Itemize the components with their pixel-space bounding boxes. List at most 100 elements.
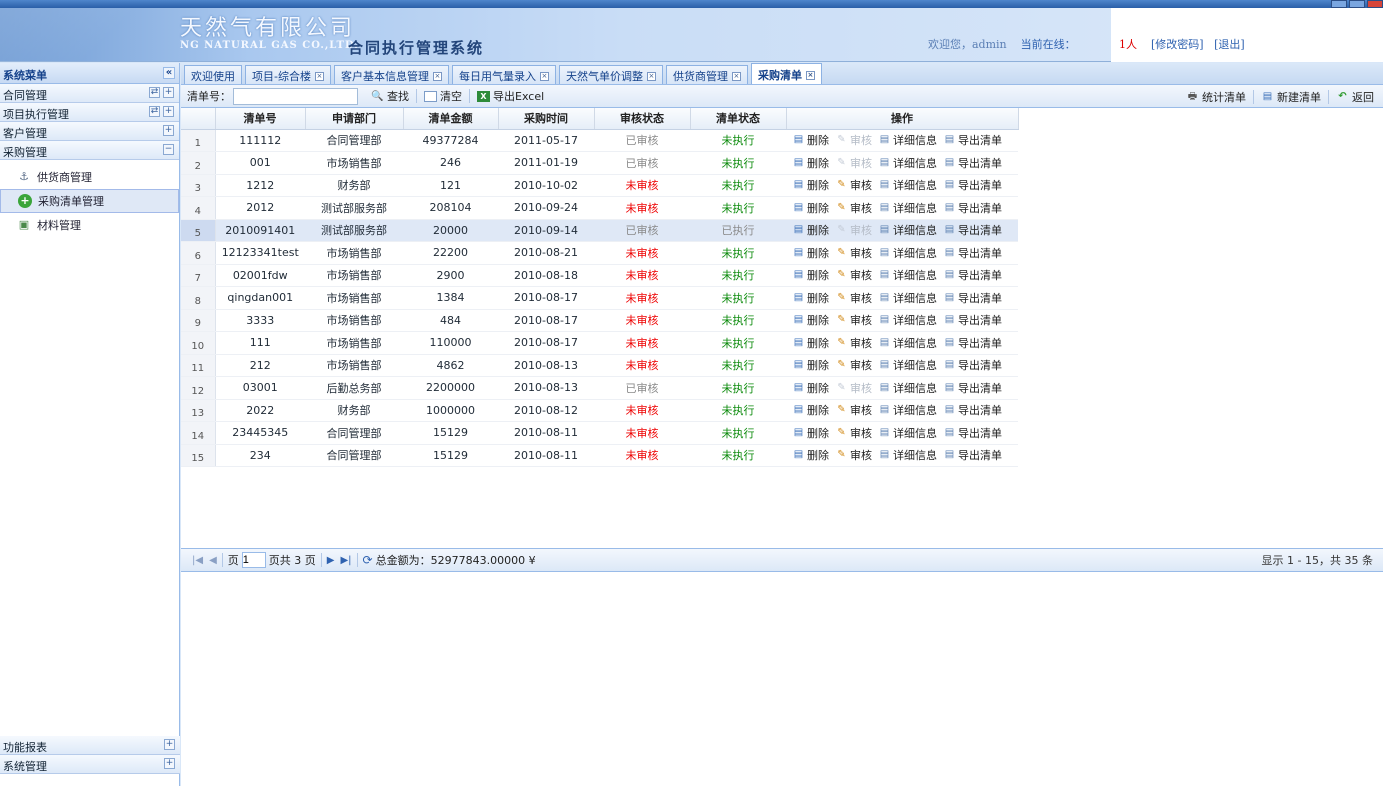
column-header[interactable]: 清单状态 xyxy=(690,108,787,130)
tab-purchase-list[interactable]: 采购清单 × xyxy=(750,63,822,84)
detail-button[interactable]: ▤ 详细信息 xyxy=(878,245,937,261)
delete-button[interactable]: ▤ 删除 xyxy=(792,222,829,238)
close-icon[interactable]: × xyxy=(646,71,656,81)
detail-button[interactable]: ▤ 详细信息 xyxy=(878,267,937,283)
export-list-button[interactable]: ▤ 导出清单 xyxy=(943,200,1002,216)
delete-button[interactable]: ▤ 删除 xyxy=(792,132,829,148)
audit-button[interactable]: ✎ 审核 xyxy=(835,177,872,193)
sidebar-item-supplier[interactable]: ⚓ 供货商管理 xyxy=(0,165,179,189)
export-list-button[interactable]: ▤ 导出清单 xyxy=(943,312,1002,328)
detail-button[interactable]: ▤ 详细信息 xyxy=(878,312,937,328)
refresh-icon[interactable]: ⇄ xyxy=(149,87,160,98)
delete-button[interactable]: ▤ 删除 xyxy=(792,425,829,441)
change-password-link[interactable]: [修改密码] xyxy=(1151,38,1204,51)
detail-button[interactable]: ▤ 详细信息 xyxy=(878,447,937,463)
detail-button[interactable]: ▤ 详细信息 xyxy=(878,290,937,306)
column-header[interactable]: 清单号 xyxy=(215,108,306,130)
audit-button[interactable]: ✎ 审核 xyxy=(835,425,872,441)
table-row[interactable]: 6 12123341test 市场销售部 22200 2010-08-21 未审核 未执行 ▤… xyxy=(181,241,1018,265)
collapse-group-icon[interactable]: − xyxy=(163,144,174,155)
delete-button[interactable]: ▤ 删除 xyxy=(792,402,829,418)
table-row[interactable]: 3 1212 财务部 121 2010-10-02 未审核 未执行 ▤ 删除 ✎ 审核 ▤ 详细信息 ▤ 导… xyxy=(181,174,1018,197)
table-row[interactable]: 12 03001 后勤总务部 2200000 2010-08-13 已审核 未执行 ▤ 删除 ✎ 审… xyxy=(181,376,1018,400)
export-list-button[interactable]: ▤ 导出清单 xyxy=(943,425,1002,441)
new-list-button[interactable]: ▤ 新建清单 xyxy=(1256,89,1326,105)
export-list-button[interactable]: ▤ 导出清单 xyxy=(943,155,1002,171)
clear-button[interactable]: 清空 xyxy=(419,88,467,104)
close-icon[interactable]: × xyxy=(805,70,815,80)
table-row[interactable]: 10 111 市场销售部 110000 2010-08-17 未审核 未执行 ▤ 删除 ✎ 审核 ▤ 详… xyxy=(181,331,1018,355)
tab-project[interactable]: 项目-综合楼 × xyxy=(245,65,331,84)
table-row[interactable]: 4 2012 测试部服务部 208104 2010-09-24 未审核 未执行 ▤ 删除 ✎ 审核 ▤… xyxy=(181,196,1018,220)
expand-icon[interactable]: + xyxy=(163,125,174,136)
table-row[interactable]: 2 001 市场销售部 246 2011-01-19 已审核 未执行 ▤ 删除 ✎ 审核 ▤ 详细信息 ▤… xyxy=(181,151,1018,175)
detail-button[interactable]: ▤ 详细信息 xyxy=(878,335,937,351)
expand-icon[interactable]: + xyxy=(164,739,175,750)
expand-icon[interactable]: + xyxy=(163,87,174,98)
export-list-button[interactable]: ▤ 导出清单 xyxy=(943,222,1002,238)
minimize-icon[interactable] xyxy=(1331,0,1347,8)
export-list-button[interactable]: ▤ 导出清单 xyxy=(943,447,1002,463)
back-button[interactable]: ↶ 返回 xyxy=(1331,89,1379,105)
export-excel-button[interactable]: X 导出Excel xyxy=(472,88,549,104)
table-row[interactable]: 15 234 合同管理部 15129 2010-08-11 未审核 未执行 ▤ 删除 ✎ 审核 ▤ 详细… xyxy=(181,444,1018,467)
close-icon[interactable]: × xyxy=(539,71,549,81)
tab-gas-price[interactable]: 天然气单价调整 × xyxy=(558,65,663,84)
detail-button[interactable]: ▤ 详细信息 xyxy=(878,380,937,396)
audit-button[interactable]: ✎ 审核 xyxy=(835,402,872,418)
delete-button[interactable]: ▤ 删除 xyxy=(792,312,829,328)
audit-button[interactable]: ✎ 审核 xyxy=(835,267,872,283)
first-page-icon[interactable]: |◀ xyxy=(192,555,203,566)
delete-button[interactable]: ▤ 删除 xyxy=(792,155,829,171)
refresh-icon[interactable]: ⇄ xyxy=(149,106,160,117)
export-list-button[interactable]: ▤ 导出清单 xyxy=(943,177,1002,193)
export-list-button[interactable]: ▤ 导出清单 xyxy=(943,357,1002,373)
delete-button[interactable]: ▤ 删除 xyxy=(792,335,829,351)
audit-button[interactable]: ✎ 审核 xyxy=(835,245,872,261)
table-row[interactable]: 7 02001fdw 市场销售部 2900 2010-08-18 未审核 未执行 ▤ 删除 ✎ 审核… xyxy=(181,264,1018,287)
sidebar-group-contract[interactable]: 合同管理 ⇄ + xyxy=(0,84,179,103)
table-row[interactable]: 14 23445345 合同管理部 15129 2010-08-11 未审核 未执行 ▤ 删除 ✎… xyxy=(181,421,1018,445)
sidebar-group-system[interactable]: 系统管理 + xyxy=(0,755,180,774)
last-page-icon[interactable]: ▶| xyxy=(340,555,351,566)
delete-button[interactable]: ▤ 删除 xyxy=(792,290,829,306)
column-header[interactable]: 申请部门 xyxy=(305,108,404,130)
page-input[interactable] xyxy=(241,552,266,568)
tab-welcome[interactable]: 欢迎使用 xyxy=(184,65,242,84)
delete-button[interactable]: ▤ 删除 xyxy=(792,380,829,396)
audit-button[interactable]: ✎ 审核 xyxy=(835,200,872,216)
column-header[interactable]: 审核状态 xyxy=(594,108,691,130)
tab-customer-info[interactable]: 客户基本信息管理 × xyxy=(333,65,449,84)
logout-link[interactable]: [退出] xyxy=(1214,38,1245,51)
detail-button[interactable]: ▤ 详细信息 xyxy=(878,177,937,193)
maximize-icon[interactable] xyxy=(1349,0,1365,8)
detail-button[interactable]: ▤ 详细信息 xyxy=(878,357,937,373)
audit-button[interactable]: ✎ 审核 xyxy=(835,447,872,463)
audit-button[interactable]: ✎ 审核 xyxy=(835,335,872,351)
detail-button[interactable]: ▤ 详细信息 xyxy=(878,425,937,441)
export-list-button[interactable]: ▤ 导出清单 xyxy=(943,132,1002,148)
tab-supplier[interactable]: 供货商管理 × xyxy=(665,65,748,84)
delete-button[interactable]: ▤ 删除 xyxy=(792,357,829,373)
detail-button[interactable]: ▤ 详细信息 xyxy=(878,200,937,216)
sidebar-group-customer[interactable]: 客户管理 + xyxy=(0,122,179,141)
column-header[interactable]: 采购时间 xyxy=(498,108,595,130)
export-list-button[interactable]: ▤ 导出清单 xyxy=(943,267,1002,283)
sidebar-item-material[interactable]: ▣ 材料管理 xyxy=(0,213,179,237)
table-row[interactable]: 1 111112 合同管理部 49377284 2011-05-17 已审核 未执行 ▤ 删除 ✎… xyxy=(181,129,1018,152)
audit-button[interactable]: ✎ 审核 xyxy=(835,312,872,328)
audit-button[interactable]: ✎ 审核 xyxy=(835,357,872,373)
export-list-button[interactable]: ▤ 导出清单 xyxy=(943,290,1002,306)
stats-button[interactable]: 🖶 统计清单 xyxy=(1181,89,1251,105)
delete-button[interactable]: ▤ 删除 xyxy=(792,200,829,216)
table-row[interactable]: 8 qingdan001 市场销售部 1384 2010-08-17 未审核 未执行 ▤ 删除 ✎… xyxy=(181,286,1018,310)
close-icon[interactable] xyxy=(1367,0,1383,8)
find-button[interactable]: 🔍 查找 xyxy=(366,88,414,104)
audit-button[interactable]: ✎ 审核 xyxy=(835,290,872,306)
tab-daily-gas[interactable]: 每日用气量录入 × xyxy=(451,65,556,84)
expand-icon[interactable]: + xyxy=(164,758,175,769)
close-icon[interactable]: × xyxy=(432,71,442,81)
delete-button[interactable]: ▤ 删除 xyxy=(792,267,829,283)
refresh-icon[interactable]: ⟳ xyxy=(363,553,373,567)
export-list-button[interactable]: ▤ 导出清单 xyxy=(943,402,1002,418)
